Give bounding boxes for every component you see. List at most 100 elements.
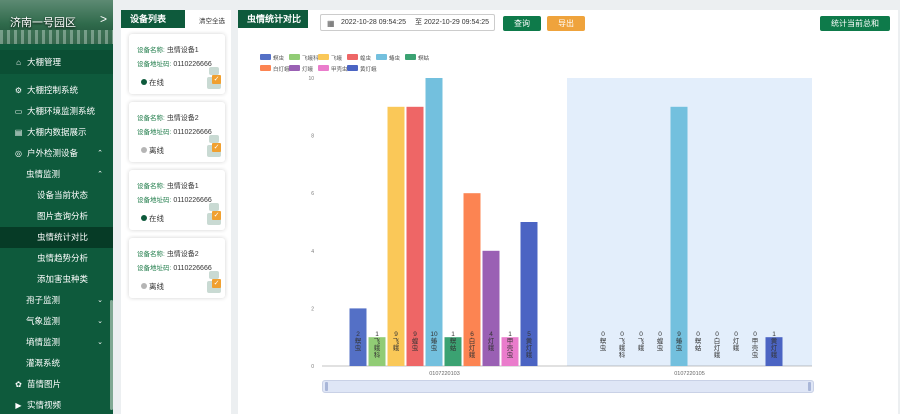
x-category-label: 0107220103 [429, 371, 460, 377]
bar[interactable] [670, 106, 688, 367]
menu-item-9[interactable]: 添加害虫种类 [0, 269, 113, 290]
slider-handle-left[interactable] [325, 382, 328, 391]
legend-swatch[interactable] [347, 54, 358, 60]
legend-swatch[interactable] [318, 65, 329, 71]
menu-label: 户外检测设备 [27, 148, 79, 158]
legend-label[interactable]: 螟蛄 [418, 54, 430, 62]
chevron-right-icon[interactable]: > [100, 12, 107, 26]
legend-swatch[interactable] [289, 54, 300, 60]
menu-label: 大棚管理 [27, 57, 62, 67]
legend-label[interactable]: 飞蛾科 [302, 54, 319, 62]
legend-swatch[interactable] [376, 54, 387, 60]
menu-label: 大棚环境监测系统 [27, 106, 96, 116]
menu-item-7[interactable]: 虫情统计对比 [0, 227, 113, 248]
bar[interactable] [425, 78, 443, 366]
device-addr-row: 设备地址码: 0110226666 [137, 262, 212, 272]
menu-label: 大棚内数据展示 [27, 127, 87, 137]
chevron-down-icon[interactable]: ⌄ [97, 290, 103, 311]
menu-greenhouse-management[interactable]: ⌂ 大棚管理 [0, 50, 113, 74]
menu-label: 虫情监测 [26, 169, 61, 179]
date-separator: 至 [415, 19, 422, 26]
legend-swatch[interactable] [289, 65, 300, 71]
bar[interactable] [387, 106, 405, 367]
legend-swatch[interactable] [405, 54, 416, 60]
bar-value-label: 1 甲壳虫 [507, 331, 514, 359]
menu-label: 添加害虫种类 [37, 274, 89, 284]
legend-swatch[interactable] [318, 54, 329, 60]
menu-item-0[interactable]: ⚙ 大棚控制系统 [0, 80, 113, 101]
bar-value-label: 1 螟蛄 [450, 331, 457, 352]
device-name-row: 设备名称: 虫情设备2 [137, 248, 199, 259]
device-card[interactable]: 设备名称: 虫情设备2 设备地址码: 0110226666 离线 ✓ [129, 238, 225, 298]
sidebar-scrollbar[interactable] [110, 300, 113, 410]
main-panel: 虫情统计对比 ▦ 2022-10-28 09:54:25 至 2022-10-2… [238, 10, 898, 414]
legend-swatch[interactable] [347, 65, 358, 71]
menu-item-6[interactable]: 图片查询分析 [0, 206, 113, 227]
date-range-picker[interactable]: ▦ 2022-10-28 09:54:25 至 2022-10-29 09:54… [320, 14, 495, 31]
y-tick-label: 2 [311, 306, 314, 312]
menu-item-4[interactable]: 虫情监测 ⌃ [0, 164, 113, 185]
chevron-up-icon[interactable]: ⌃ [97, 143, 103, 164]
y-tick-label: 10 [308, 76, 314, 82]
plant-icon: ✿ [15, 380, 22, 389]
park-selector[interactable]: 济南一号园区 > [0, 0, 113, 44]
legend-label[interactable]: 白灯蛾 [273, 65, 290, 73]
date-end[interactable]: 2022-10-29 09:54:25 [424, 15, 489, 30]
clear-selection-button[interactable]: 清空全选 [199, 15, 225, 25]
menu-item-3[interactable]: ◎ 户外检测设备 ⌃ [0, 143, 113, 164]
menu-item-10[interactable]: 孢子监测 ⌄ [0, 290, 113, 311]
chart-zoom-slider[interactable] [322, 380, 814, 393]
device-list-title: 设备列表 [121, 10, 185, 28]
menu-label: 苗情图片 [27, 379, 62, 389]
menu-item-5[interactable]: 设备当前状态 [0, 185, 113, 206]
legend-label[interactable]: 灯蛾 [302, 65, 314, 73]
checkbox-checked-icon[interactable]: ✓ [212, 279, 221, 288]
device-addr: 0110226666 [173, 61, 212, 68]
menu-item-14[interactable]: ✿ 苗情图片 [0, 374, 113, 395]
bar[interactable] [406, 106, 424, 367]
legend-label[interactable]: 黄灯蛾 [360, 65, 377, 73]
stat-total-button[interactable]: 统计当前总和 [820, 16, 890, 31]
menu-item-15[interactable]: ▶ 实情视频 [0, 395, 113, 414]
legend-swatch[interactable] [260, 65, 271, 71]
legend-label[interactable]: 飞蛾 [331, 54, 343, 62]
checkbox-checked-icon[interactable]: ✓ [212, 75, 221, 84]
legend-label[interactable]: 甲壳虫 [331, 65, 348, 73]
device-name: 虫情设备1 [166, 183, 199, 190]
table-icon: ▤ [14, 128, 23, 137]
calendar-icon: ▦ [327, 19, 335, 28]
device-addr-label: 设备地址码: [137, 265, 172, 272]
device-name: 虫情设备1 [166, 47, 199, 54]
menu-item-13[interactable]: 灌溉系统 [0, 353, 113, 374]
legend-swatch[interactable] [260, 54, 271, 60]
highlight-band [567, 78, 812, 366]
query-button[interactable]: 查询 [503, 16, 541, 31]
legend-label[interactable]: 蝗虫 [360, 54, 372, 62]
device-card[interactable]: 设备名称: 虫情设备1 设备地址码: 0110226666 在线 ✓ [129, 34, 225, 94]
chevron-down-icon[interactable]: ⌄ [97, 311, 103, 332]
slider-handle-right[interactable] [808, 382, 811, 391]
export-button[interactable]: 导出 [547, 16, 585, 31]
legend-label[interactable]: 螟虫 [273, 54, 285, 62]
device-card[interactable]: 设备名称: 虫情设备1 设备地址码: 0110226666 在线 ✓ [129, 170, 225, 230]
menu-item-11[interactable]: 气象监测 ⌄ [0, 311, 113, 332]
menu-item-2[interactable]: ▤ 大棚内数据展示 [0, 122, 113, 143]
legend-label[interactable]: 蝽虫 [389, 54, 401, 62]
menu-item-8[interactable]: 虫情趋势分析 [0, 248, 113, 269]
chevron-up-icon[interactable]: ⌃ [97, 164, 103, 185]
device-card[interactable]: 设备名称: 虫情设备2 设备地址码: 0110226666 离线 ✓ [129, 102, 225, 162]
date-start[interactable]: 2022-10-28 09:54:25 [341, 15, 406, 30]
device-addr-label: 设备地址码: [137, 61, 172, 68]
menu-item-1[interactable]: ▭ 大棚环境监测系统 [0, 101, 113, 122]
chevron-down-icon[interactable]: ⌄ [97, 332, 103, 353]
device-addr-row: 设备地址码: 0110226666 [137, 126, 212, 136]
checkbox-checked-icon[interactable]: ✓ [212, 211, 221, 220]
menu-label: 孢子监测 [26, 295, 61, 305]
menu-item-12[interactable]: 墒情监测 ⌄ [0, 332, 113, 353]
menu-label: 实情视频 [27, 400, 62, 410]
device-name-label: 设备名称: [137, 251, 165, 258]
checkbox-checked-icon[interactable]: ✓ [212, 143, 221, 152]
device-status: 在线 [149, 214, 164, 223]
device-name-label: 设备名称: [137, 115, 165, 122]
device-name-row: 设备名称: 虫情设备1 [137, 44, 199, 55]
